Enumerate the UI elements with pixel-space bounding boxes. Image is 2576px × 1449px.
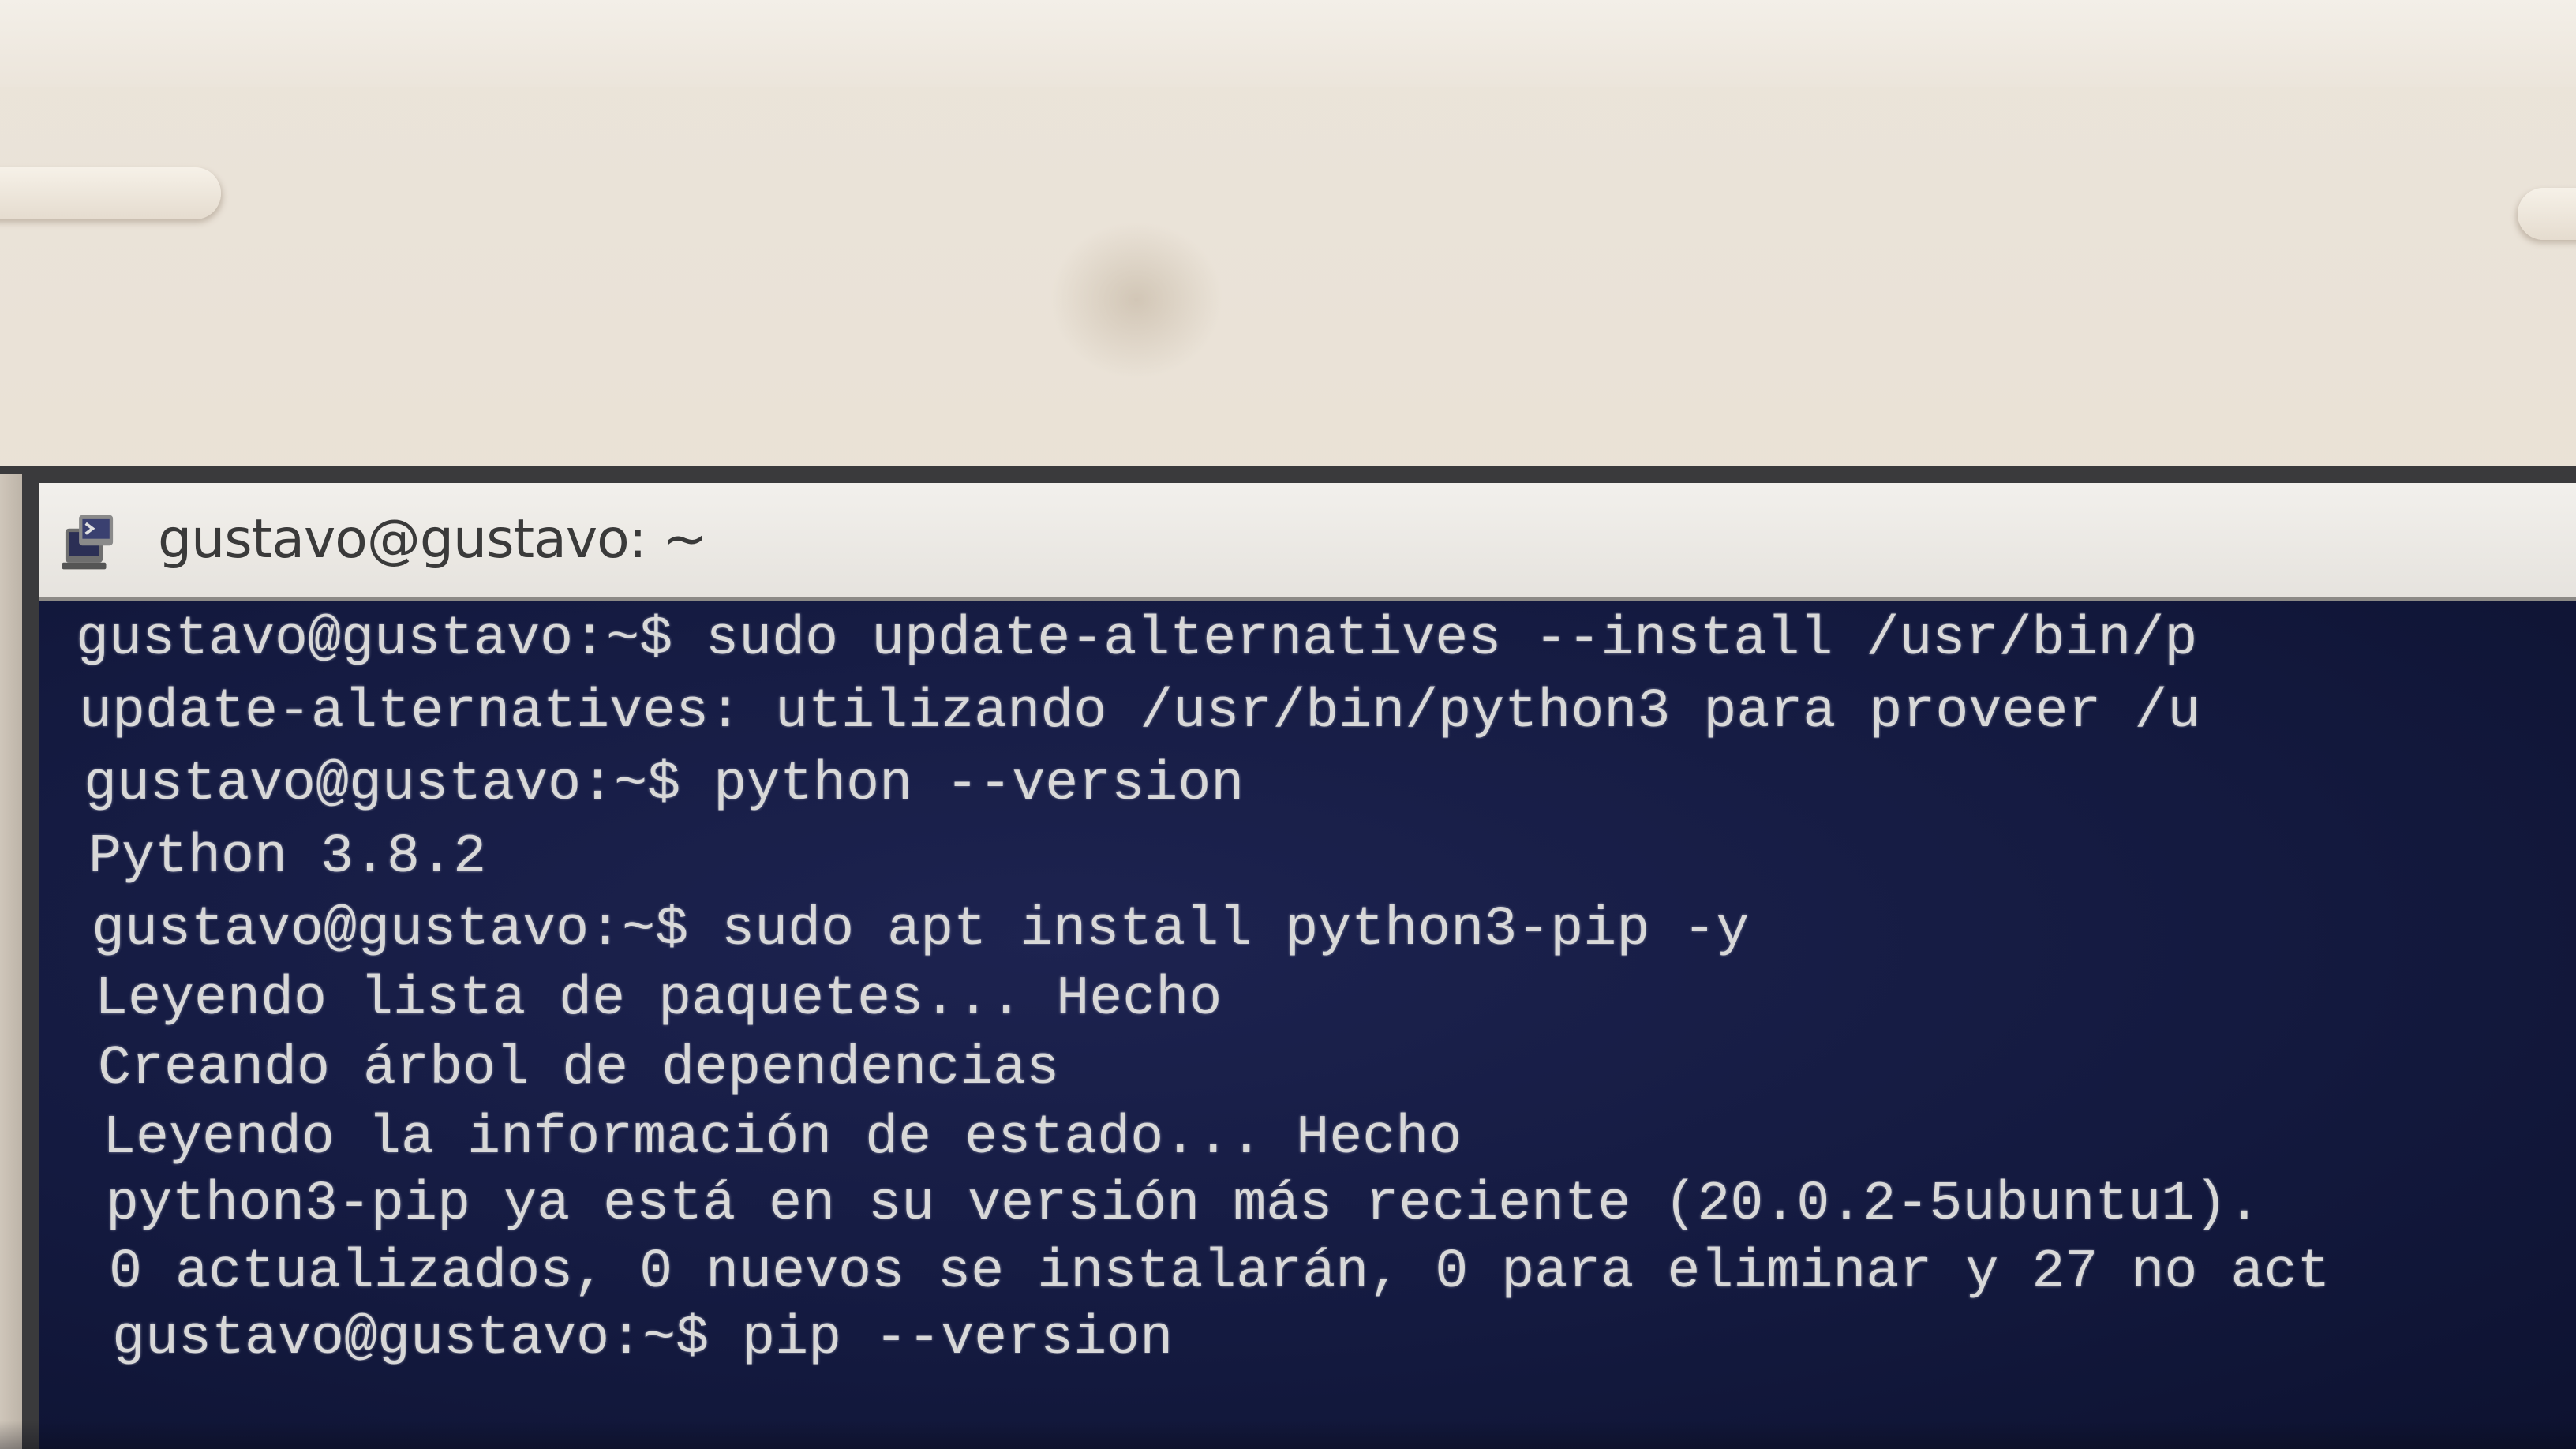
window-titlebar[interactable]: gustavo@gustavo: ~ xyxy=(39,483,2576,601)
terminal-line-10: 0 actualizados, 0 nuevos se instalarán, … xyxy=(109,1241,2331,1304)
terminal-line-6: Leyendo lista de paquetes... Hecho xyxy=(95,968,1222,1031)
terminal-line-5: gustavo@gustavo:~$ sudo apt install pyth… xyxy=(92,899,1750,961)
terminal-line-11: gustavo@gustavo:~$ pip --version xyxy=(112,1308,1174,1370)
bezel-latch-left xyxy=(0,167,221,219)
photo-scene: gustavo@gustavo: ~ gustavo@gustavo:~$ su… xyxy=(0,0,2576,1449)
terminal-window: gustavo@gustavo: ~ gustavo@gustavo:~$ su… xyxy=(39,483,2576,1449)
terminal-line-9: python3-pip ya está en su versión más re… xyxy=(106,1174,2261,1236)
terminal-output[interactable]: gustavo@gustavo:~$ sudo update-alternati… xyxy=(39,601,2576,1449)
terminal-line-2: update-alternatives: utilizando /usr/bin… xyxy=(79,681,2201,743)
window-title: gustavo@gustavo: ~ xyxy=(158,508,707,571)
monitor-bezel-left xyxy=(0,474,22,1449)
terminal-line-7: Creando árbol de dependencias xyxy=(98,1038,1060,1100)
terminal-line-3: gustavo@gustavo:~$ python --version xyxy=(84,754,1245,816)
terminal-app-icon[interactable] xyxy=(55,508,123,576)
bezel-latch-right xyxy=(2518,188,2576,240)
terminal-line-8: Leyendo la información de estado... Hech… xyxy=(103,1107,1462,1170)
terminal-line-4: Python 3.8.2 xyxy=(88,826,487,889)
monitor-bezel-top xyxy=(0,0,2576,87)
photo-bottom-edge xyxy=(0,1421,2576,1449)
terminal-line-1: gustavo@gustavo:~$ sudo update-alternati… xyxy=(76,608,2198,671)
bezel-smudge xyxy=(1050,221,1223,379)
